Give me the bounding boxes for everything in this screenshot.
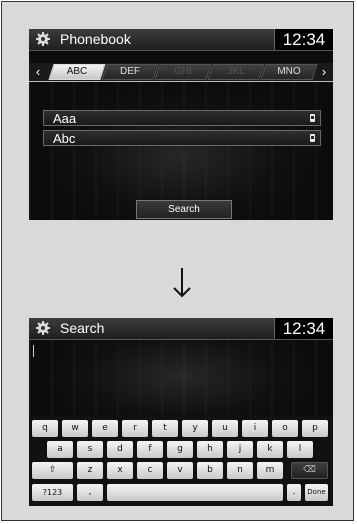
chevron-left-icon[interactable]: ‹ bbox=[31, 63, 45, 81]
clock: 12:34 bbox=[274, 318, 333, 339]
key-k[interactable]: k bbox=[257, 441, 283, 458]
period-key[interactable]: . bbox=[287, 484, 301, 501]
key-w[interactable]: w bbox=[62, 420, 88, 437]
key-l[interactable]: l bbox=[287, 441, 313, 458]
space-key[interactable] bbox=[107, 484, 283, 501]
key-o[interactable]: o bbox=[272, 420, 298, 437]
settings-icon[interactable] bbox=[36, 32, 50, 46]
key-p[interactable]: p bbox=[302, 420, 328, 437]
key-c[interactable]: c bbox=[137, 462, 163, 479]
search-screen: Search 12:34 q w e r t y u i o p a s d f… bbox=[29, 318, 333, 506]
symbols-key[interactable]: ?123 bbox=[32, 484, 73, 501]
list-item[interactable]: Abc bbox=[43, 130, 321, 146]
key-n[interactable]: n bbox=[227, 462, 253, 479]
key-m[interactable]: m bbox=[257, 462, 283, 479]
keyboard: q w e r t y u i o p a s d f g h j k l ⇧ … bbox=[29, 416, 333, 506]
phonebook-screen: Phonebook 12:34 ‹ ABC DEF GHI JKL MNO › … bbox=[29, 29, 333, 220]
arrow-down-icon bbox=[173, 268, 191, 298]
tab-def[interactable]: DEF bbox=[101, 64, 159, 80]
title-bar: Phonebook 12:34 bbox=[29, 29, 333, 51]
key-q[interactable]: q bbox=[32, 420, 58, 437]
chevron-right-icon[interactable]: › bbox=[317, 63, 331, 81]
backspace-icon[interactable]: ⌫ bbox=[291, 462, 328, 479]
key-t[interactable]: t bbox=[152, 420, 178, 437]
shift-key[interactable]: ⇧ bbox=[32, 462, 73, 479]
key-v[interactable]: v bbox=[167, 462, 193, 479]
key-z[interactable]: z bbox=[77, 462, 103, 479]
figure-frame: Phonebook 12:34 ‹ ABC DEF GHI JKL MNO › … bbox=[1, 1, 354, 521]
key-d[interactable]: d bbox=[107, 441, 133, 458]
search-button[interactable]: Search bbox=[136, 200, 232, 219]
key-u[interactable]: u bbox=[212, 420, 238, 437]
tab-jkl: JKL bbox=[207, 64, 265, 80]
settings-icon[interactable] bbox=[36, 321, 50, 335]
title-bar: Search 12:34 bbox=[29, 318, 333, 340]
comma-key[interactable]: , bbox=[77, 484, 103, 501]
background-glow bbox=[29, 80, 333, 220]
phone-icon bbox=[310, 114, 315, 122]
key-b[interactable]: b bbox=[197, 462, 223, 479]
phone-icon bbox=[310, 134, 315, 142]
key-f[interactable]: f bbox=[137, 441, 163, 458]
key-x[interactable]: x bbox=[107, 462, 133, 479]
contact-name: Abc bbox=[53, 131, 76, 146]
key-s[interactable]: s bbox=[77, 441, 103, 458]
clock: 12:34 bbox=[274, 29, 333, 50]
done-button[interactable]: Done bbox=[305, 484, 328, 501]
list-item[interactable]: Aaa bbox=[43, 110, 321, 126]
key-r[interactable]: r bbox=[122, 420, 148, 437]
key-a[interactable]: a bbox=[47, 441, 73, 458]
key-j[interactable]: j bbox=[227, 441, 253, 458]
key-g[interactable]: g bbox=[167, 441, 193, 458]
search-input[interactable] bbox=[29, 340, 333, 390]
page-title: Phonebook bbox=[60, 31, 131, 47]
alphabet-tab-bar: ‹ ABC DEF GHI JKL MNO › bbox=[29, 63, 333, 82]
contact-name: Aaa bbox=[53, 111, 77, 126]
tab-ghi: GHI bbox=[154, 64, 212, 80]
text-cursor bbox=[33, 345, 34, 357]
page-title: Search bbox=[60, 320, 105, 336]
key-y[interactable]: y bbox=[182, 420, 208, 437]
tab-abc[interactable]: ABC bbox=[48, 64, 106, 80]
key-e[interactable]: e bbox=[92, 420, 118, 437]
tab-mno[interactable]: MNO bbox=[260, 64, 318, 80]
key-i[interactable]: i bbox=[242, 420, 268, 437]
key-h[interactable]: h bbox=[197, 441, 223, 458]
